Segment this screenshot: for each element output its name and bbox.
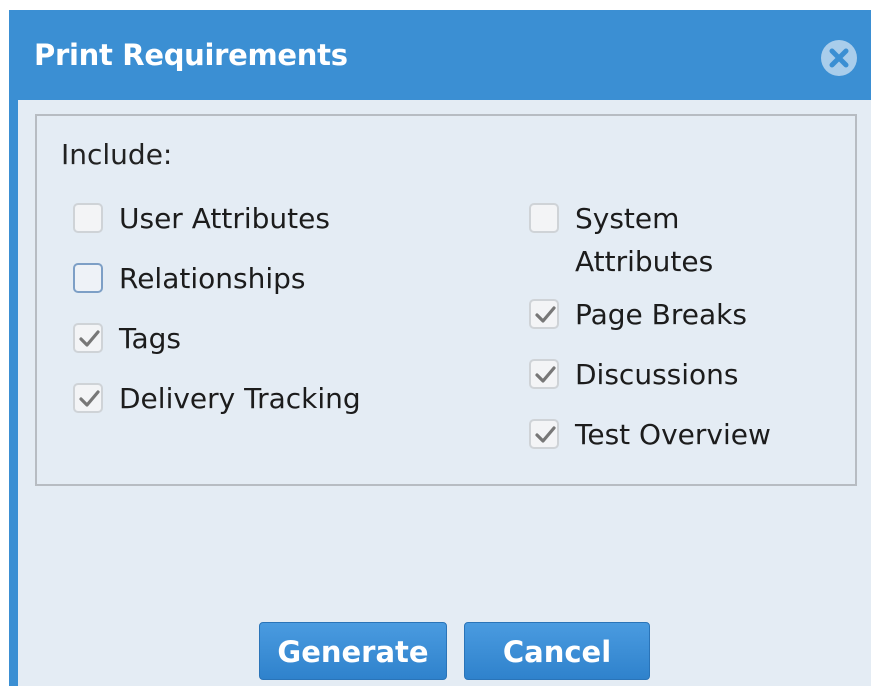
page-breaks-checkbox[interactable] <box>529 299 559 329</box>
dialog-titlebar: Print Requirements <box>9 10 871 100</box>
option-label: Test Overview <box>575 418 771 451</box>
system-attributes-checkbox[interactable] <box>529 203 559 233</box>
option-label: System Attributes <box>575 202 714 278</box>
close-button[interactable] <box>821 40 857 76</box>
close-circle-icon <box>822 41 856 75</box>
dialog-body: Include: User Attributes Relationships T… <box>18 100 871 686</box>
option-label: Discussions <box>575 358 739 391</box>
tags-checkbox[interactable] <box>73 323 103 353</box>
relationships-checkbox[interactable] <box>73 263 103 293</box>
checkmark-icon <box>535 366 556 383</box>
option-label: Tags <box>119 322 181 355</box>
discussions-checkbox[interactable] <box>529 359 559 389</box>
option-label: User Attributes <box>119 202 330 235</box>
checkmark-icon <box>535 306 556 323</box>
checkmark-icon <box>79 390 100 407</box>
delivery-tracking-checkbox[interactable] <box>73 383 103 413</box>
checkmark-icon <box>535 426 556 443</box>
cancel-button[interactable]: Cancel <box>464 622 650 680</box>
checkmark-icon <box>79 330 100 347</box>
test-overview-checkbox[interactable] <box>529 419 559 449</box>
print-requirements-dialog: Print Requirements Include: User Attribu… <box>9 10 871 686</box>
include-label: Include: <box>61 138 173 171</box>
dialog-title: Print Requirements <box>34 38 348 72</box>
generate-button[interactable]: Generate <box>259 622 447 680</box>
include-options-group: Include: User Attributes Relationships T… <box>35 114 857 486</box>
option-label: Relationships <box>119 262 306 295</box>
option-label: Delivery Tracking <box>119 382 361 415</box>
user-attributes-checkbox[interactable] <box>73 203 103 233</box>
option-label: Page Breaks <box>575 298 747 331</box>
